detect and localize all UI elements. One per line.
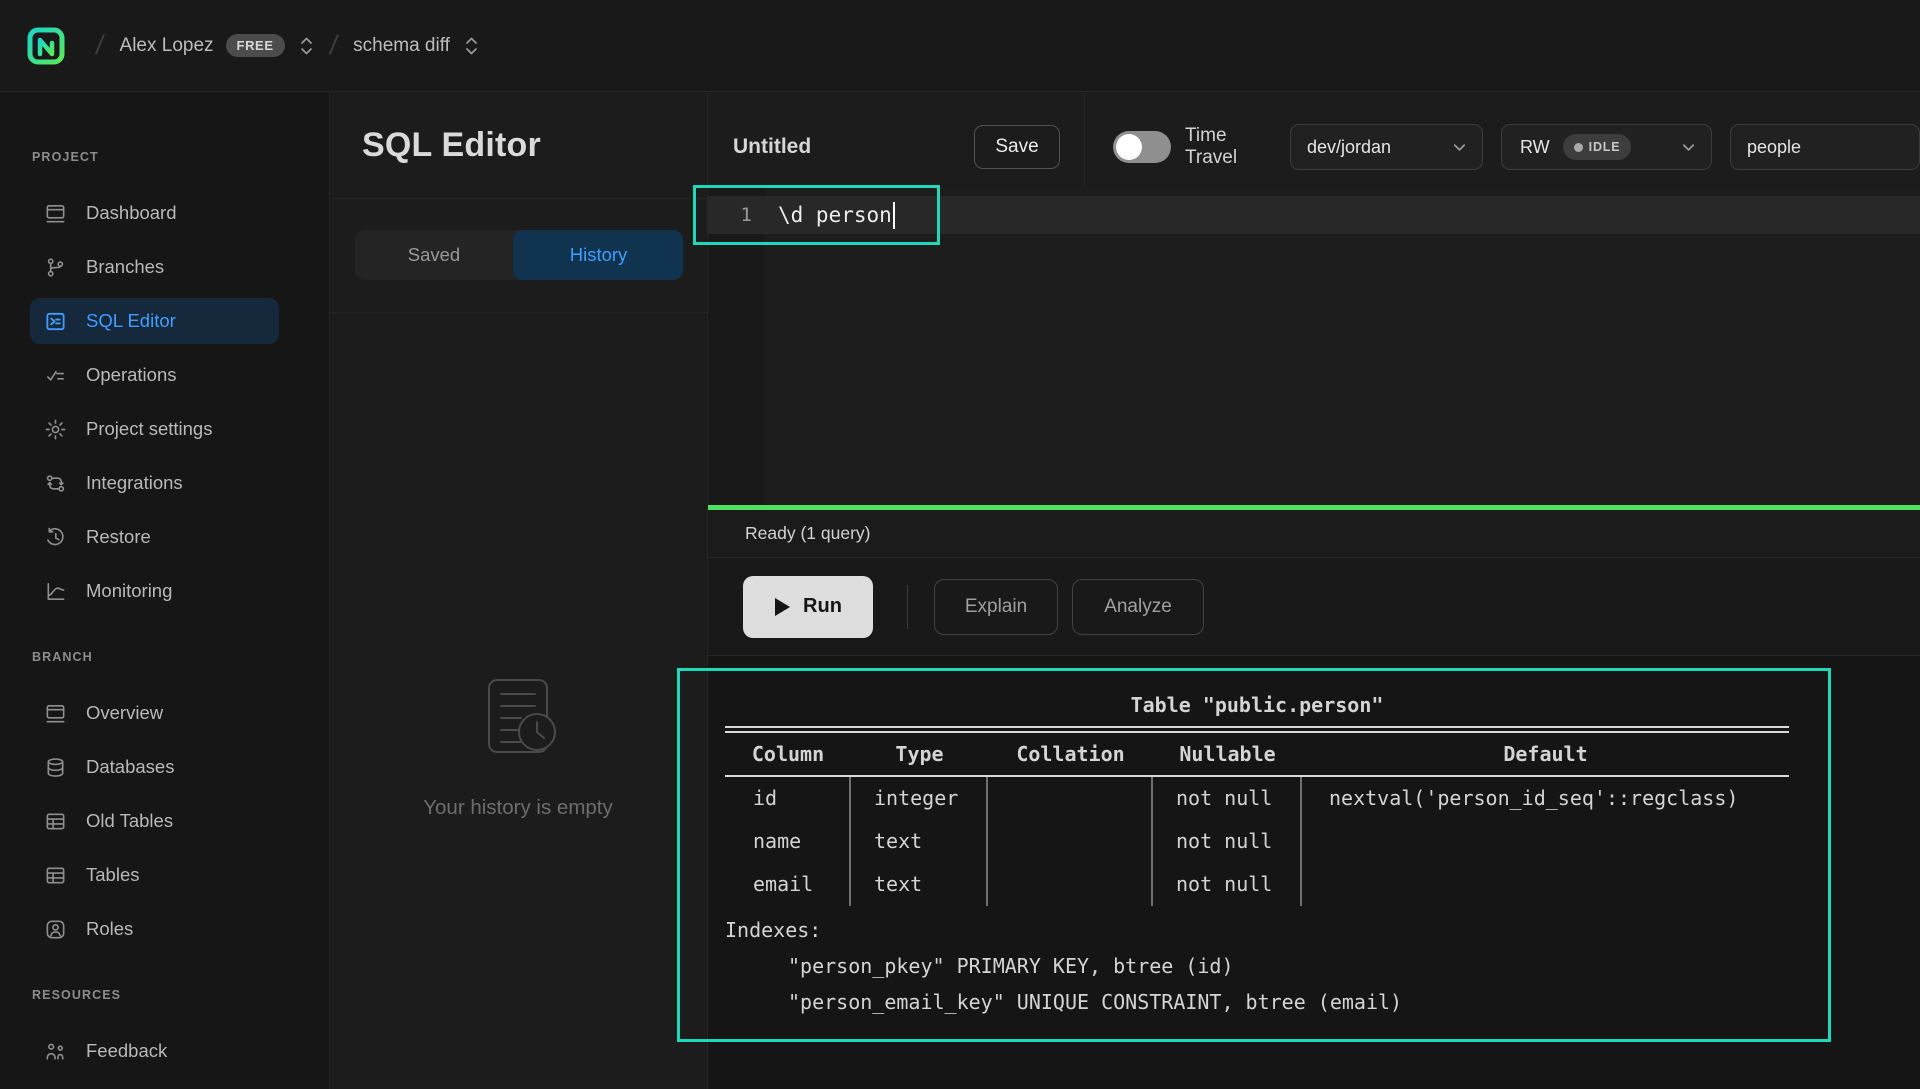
feedback-icon	[44, 1040, 67, 1063]
history-empty-state: Your history is empty	[330, 405, 706, 1089]
sidebar-item-integrations[interactable]: Integrations	[30, 460, 279, 506]
restore-icon	[44, 526, 67, 549]
sidebar-item-operations[interactable]: Operations	[30, 352, 279, 398]
status-text: Ready (1 query)	[745, 523, 870, 544]
divider	[907, 585, 908, 629]
run-button[interactable]: Run	[743, 576, 873, 638]
integrations-icon	[44, 472, 67, 495]
rule	[725, 726, 1789, 733]
database-select[interactable]: people	[1730, 124, 1920, 170]
results-panel: Table "public.person" Column Type Collat…	[708, 656, 1920, 1089]
database-icon	[44, 756, 67, 779]
org-name[interactable]: Alex Lopez	[120, 35, 214, 57]
operations-icon	[44, 364, 67, 387]
breadcrumb-separator: /	[327, 30, 339, 61]
gear-icon	[44, 418, 67, 441]
history-empty-text: Your history is empty	[423, 796, 613, 820]
code-editor[interactable]: 1 \d person	[708, 188, 1920, 505]
compute-select[interactable]: RW IDLE	[1501, 124, 1712, 170]
result-table-header: Column Type Collation Nullable Default	[725, 733, 1789, 775]
play-icon	[774, 597, 791, 617]
tab-history[interactable]: History	[513, 230, 683, 280]
sidebar-item-sql-editor[interactable]: SQL Editor	[30, 298, 279, 344]
sidebar-item-tables[interactable]: Tables	[30, 852, 279, 898]
time-travel-label: Time Travel	[1185, 125, 1265, 169]
code-text: \d person	[778, 203, 892, 227]
table-icon	[44, 810, 67, 833]
page-title: SQL Editor	[362, 126, 541, 165]
table-row: name text not null	[725, 820, 1789, 863]
org-switcher-unfold-icon[interactable]	[299, 36, 314, 56]
panel-header: SQL Editor	[330, 92, 707, 199]
table-row: id integer not null nextval('person_id_s…	[725, 777, 1789, 820]
topbar: / Alex Lopez FREE / schema diff	[0, 0, 1920, 92]
current-line[interactable]: 1 \d person	[708, 196, 1920, 234]
table-row: email text not null	[725, 863, 1789, 906]
sidebar: PROJECT Dashboard Branches SQL Editor Op…	[0, 92, 330, 1089]
result-table-body: id integer not null nextval('person_id_s…	[725, 777, 1789, 906]
sidebar-section-project: PROJECT	[32, 150, 329, 164]
sidebar-item-roles[interactable]: Roles	[30, 906, 279, 952]
sidebar-item-branches[interactable]: Branches	[30, 244, 279, 290]
sidebar-item-project-settings[interactable]: Project settings	[30, 406, 279, 452]
psql-output: Table "public.person" Column Type Collat…	[725, 684, 1789, 1020]
project-switcher-unfold-icon[interactable]	[464, 36, 479, 56]
saved-history-tabs: Saved History	[355, 230, 683, 280]
toggle-knob	[1116, 134, 1142, 160]
branches-icon	[44, 256, 67, 279]
editor-gutter	[708, 188, 765, 505]
sidebar-item-old-tables[interactable]: Old Tables	[30, 798, 279, 844]
sidebar-item-databases[interactable]: Databases	[30, 744, 279, 790]
text-caret	[893, 202, 895, 229]
tab-saved[interactable]: Saved	[355, 230, 513, 280]
roles-icon	[44, 918, 67, 941]
sql-editor-panel: SQL Editor Saved History Your history is…	[330, 92, 708, 1089]
explain-button[interactable]: Explain	[934, 579, 1058, 635]
compute-status-badge: IDLE	[1563, 134, 1632, 160]
branch-select[interactable]: dev/jordan	[1290, 124, 1483, 170]
time-travel-toggle[interactable]	[1113, 131, 1171, 163]
line-number: 1	[708, 204, 765, 226]
neon-logo-icon[interactable]	[26, 25, 66, 67]
chevron-down-icon	[1450, 138, 1469, 157]
save-button[interactable]: Save	[974, 125, 1060, 169]
chevron-down-icon	[1679, 138, 1698, 157]
sidebar-section-resources: RESOURCES	[32, 988, 329, 1002]
sidebar-item-monitoring[interactable]: Monitoring	[30, 568, 279, 614]
sidebar-item-overview[interactable]: Overview	[30, 690, 279, 736]
status-dot-icon	[1574, 143, 1583, 152]
document-title[interactable]: Untitled	[733, 135, 811, 159]
monitoring-icon	[44, 580, 67, 603]
sidebar-item-dashboard[interactable]: Dashboard	[30, 190, 279, 236]
editor-area: Untitled Save Time Travel dev/jordan RW …	[708, 92, 1920, 1089]
sidebar-item-restore[interactable]: Restore	[30, 514, 279, 560]
query-actions: Run Explain Analyze	[708, 558, 1920, 656]
index-entry: "person_pkey" PRIMARY KEY, btree (id)	[725, 948, 1789, 984]
history-empty-icon	[479, 674, 557, 762]
editor-header: Untitled Save Time Travel dev/jordan RW …	[708, 92, 1920, 188]
dashboard-icon	[44, 202, 67, 225]
analyze-button[interactable]: Analyze	[1072, 579, 1204, 635]
project-name[interactable]: schema diff	[353, 35, 450, 57]
neon-console: / Alex Lopez FREE / schema diff PROJECT …	[0, 0, 1920, 1089]
sidebar-section-branch: BRANCH	[32, 650, 329, 664]
index-entry: "person_email_key" UNIQUE CONSTRAINT, bt…	[725, 984, 1789, 1020]
indexes-label: Indexes:	[725, 912, 1789, 948]
plan-badge: FREE	[226, 34, 285, 57]
breadcrumb-separator: /	[94, 30, 106, 61]
status-bar: Ready (1 query)	[708, 510, 1920, 558]
document-header: Untitled Save	[708, 92, 1084, 188]
sidebar-item-feedback[interactable]: Feedback	[30, 1028, 279, 1074]
table-icon	[44, 864, 67, 887]
connection-toolbar: Time Travel dev/jordan RW IDLE	[1084, 92, 1920, 188]
tabs-row: Saved History	[330, 199, 707, 313]
result-table-title: Table "public.person"	[725, 684, 1789, 726]
sql-editor-icon	[44, 310, 67, 333]
overview-icon	[44, 702, 67, 725]
